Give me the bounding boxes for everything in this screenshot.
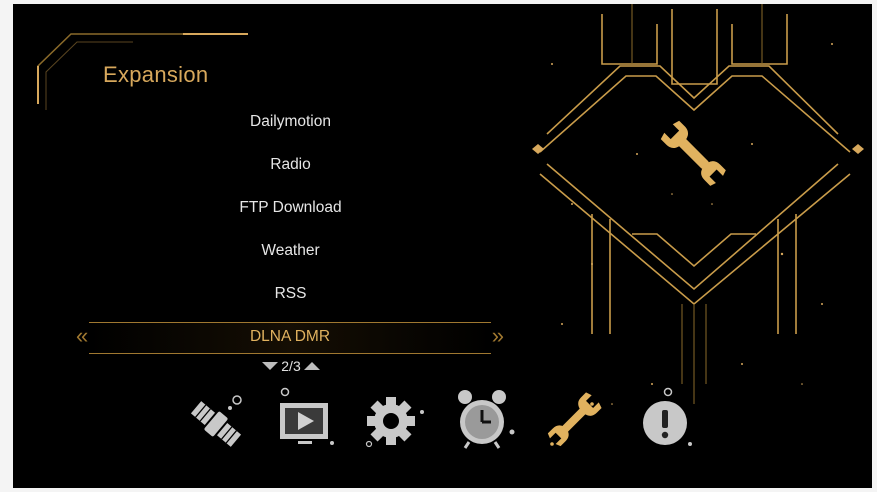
next-arrow-icon[interactable]: » <box>492 325 504 347</box>
menu-item-dailymotion[interactable]: Dailymotion <box>188 104 393 147</box>
satellite-icon[interactable] <box>181 386 251 456</box>
menu-item-rss[interactable]: RSS <box>188 276 393 319</box>
page-indicator: 2/3 <box>255 357 327 375</box>
prev-arrow-icon[interactable]: « <box>76 325 88 347</box>
settings-gear-icon[interactable] <box>361 386 431 456</box>
tv-screen: Expansion Dailymotion Radio FTP Download… <box>13 4 872 488</box>
selected-menu-item[interactable]: « DLNA DMR » <box>76 322 504 354</box>
main-menu-icon-bar <box>13 386 872 456</box>
page-up-icon[interactable] <box>303 362 320 370</box>
selected-item-label: DLNA DMR <box>249 328 331 345</box>
wrench-icon <box>660 120 726 186</box>
page-down-icon[interactable] <box>262 362 279 370</box>
expansion-menu: Dailymotion Radio FTP Download Weather R… <box>188 104 393 319</box>
media-player-icon[interactable] <box>271 386 341 456</box>
page-title: Expansion <box>103 62 209 87</box>
page-number: 2/3 <box>281 358 301 374</box>
menu-item-ftp-download[interactable]: FTP Download <box>188 190 393 233</box>
info-icon[interactable] <box>631 386 701 456</box>
wrench-icon[interactable] <box>541 386 611 456</box>
menu-item-radio[interactable]: Radio <box>188 147 393 190</box>
menu-item-weather[interactable]: Weather <box>188 233 393 276</box>
alarm-clock-icon[interactable] <box>451 386 521 456</box>
